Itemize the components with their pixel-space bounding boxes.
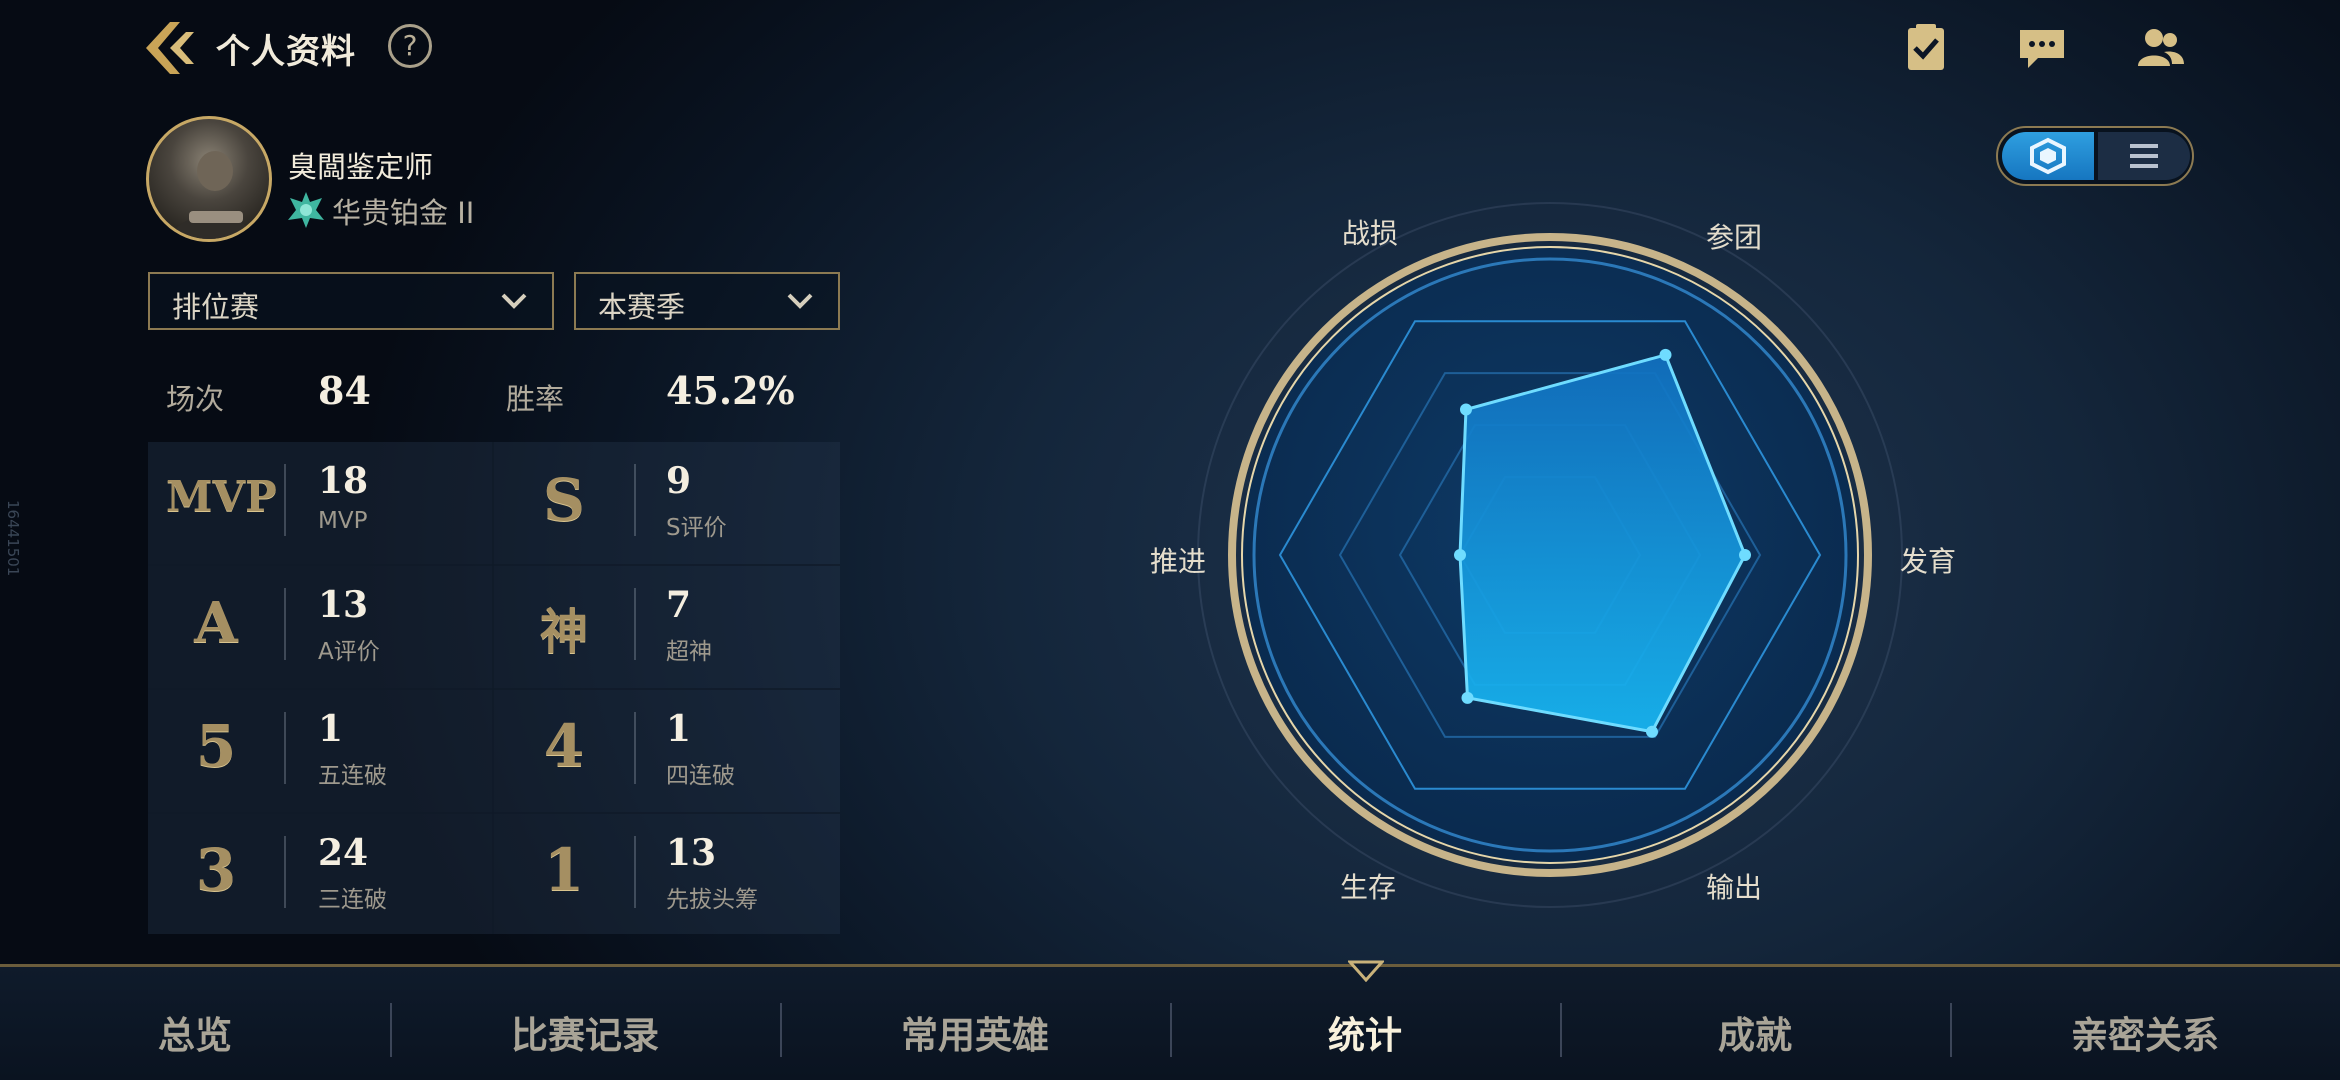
tab-overview[interactable]: 总览	[0, 1005, 390, 1059]
side-id: 16441501	[4, 500, 22, 577]
radar-point-0	[1460, 403, 1472, 416]
friends-icon[interactable]	[2134, 22, 2186, 74]
quadra-kill-label: 四连破	[666, 763, 735, 789]
tab-common-heroes[interactable]: 常用英雄	[780, 1005, 1170, 1059]
triple-kill-badge: 3	[195, 836, 237, 904]
chat-icon[interactable]	[2016, 22, 2068, 74]
radar-point-4	[1461, 691, 1474, 704]
username: 臭闆鉴定师	[288, 150, 434, 184]
axis-label-push: 推进	[1150, 545, 1207, 578]
active-tab-caret-icon	[1348, 960, 1384, 982]
mode-dropdown-label: 排位赛	[172, 290, 260, 324]
radar-chart	[1197, 202, 1903, 908]
penta-kill-count: 1	[318, 708, 344, 750]
godlike-label: 超神	[666, 639, 712, 665]
penta-kill-label: 五连破	[318, 763, 387, 789]
first-blood-label: 先拔头筹	[666, 887, 758, 913]
axis-label-survival: 生存	[1340, 871, 1397, 904]
season-dropdown[interactable]: 本赛季	[574, 272, 840, 330]
tab-achievements[interactable]: 成就	[1560, 1005, 1950, 1059]
list-icon	[2130, 144, 2158, 168]
matches-value: 84	[318, 368, 371, 413]
rank-emblem-icon	[284, 188, 328, 232]
axis-label-farming: 发育	[1900, 545, 1957, 578]
quadra-kill-count: 1	[666, 708, 692, 750]
mode-dropdown[interactable]: 排位赛	[148, 272, 554, 330]
season-dropdown-label: 本赛季	[598, 290, 686, 324]
radar-point-3	[1646, 725, 1658, 738]
mvp-label: MVP	[318, 508, 368, 534]
a-rating-badge: A	[194, 590, 238, 656]
radar-point-2	[1739, 549, 1751, 561]
radar-point-1	[1659, 348, 1672, 361]
triple-kill-count: 24	[318, 832, 369, 874]
radar-point-5	[1454, 549, 1466, 561]
winrate-value: 45.2%	[666, 368, 795, 413]
s-rating-badge: S	[543, 466, 585, 534]
tab-statistics[interactable]: 统计	[1170, 1005, 1560, 1059]
a-rating-count: 13	[318, 584, 369, 626]
view-toggle[interactable]	[1996, 126, 2194, 186]
penta-kill-badge: 5	[195, 712, 237, 780]
axis-label-damage: 输出	[1706, 871, 1763, 904]
mvp-count: 18	[318, 460, 369, 502]
tab-match-history[interactable]: 比赛记录	[390, 1005, 780, 1059]
godlike-count: 7	[666, 584, 692, 626]
s-rating-count: 9	[666, 460, 692, 502]
s-rating-label: S评价	[666, 515, 727, 541]
radar-view-tab[interactable]	[2002, 132, 2094, 180]
godlike-badge: 神	[539, 604, 588, 660]
first-blood-badge: 1	[543, 836, 585, 904]
axis-label-damage-taken: 战损	[1342, 217, 1399, 250]
back-button[interactable]	[140, 18, 202, 78]
chevron-down-icon	[787, 293, 813, 309]
quadra-kill-badge: 4	[543, 712, 585, 780]
axis-label-teamfight: 参团	[1706, 221, 1763, 254]
hexagon-icon	[2030, 137, 2066, 175]
avatar[interactable]	[146, 116, 272, 242]
chevron-down-icon	[501, 293, 527, 309]
matches-label: 场次	[166, 382, 225, 416]
a-rating-label: A评价	[318, 639, 380, 665]
bottom-nav: 总览 比赛记录 常用英雄 统计 成就 亲密关系	[0, 964, 2340, 1080]
help-button[interactable]: ?	[388, 24, 432, 68]
back-chevron-icon	[146, 22, 194, 74]
winrate-label: 胜率	[506, 382, 565, 416]
tab-intimacy[interactable]: 亲密关系	[1950, 1005, 2340, 1059]
task-checklist-icon[interactable]	[1900, 22, 1952, 74]
list-view-tab[interactable]	[2098, 132, 2190, 180]
first-blood-count: 13	[666, 832, 717, 874]
rank-text: 华贵铂金 II	[332, 196, 475, 230]
mvp-badge: MVP	[166, 472, 277, 521]
triple-kill-label: 三连破	[318, 887, 387, 913]
page-title: 个人资料	[216, 32, 356, 72]
